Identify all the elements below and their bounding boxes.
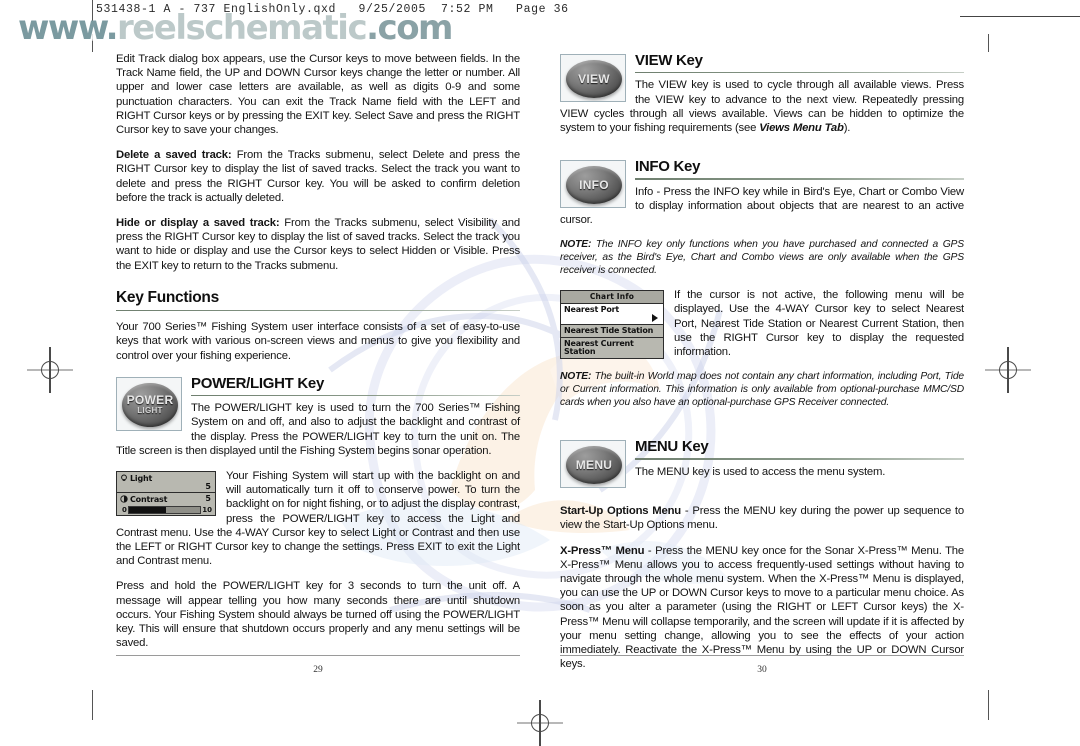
- view-button-graphic: VIEW: [566, 60, 622, 98]
- heading-view-key: VIEW Key: [635, 52, 703, 69]
- rule-menu-key: [635, 458, 964, 460]
- logo-www: www: [18, 8, 107, 48]
- page-number-right: 30: [757, 665, 767, 675]
- light-menu-label: Light: [130, 474, 153, 484]
- paragraph-key-functions-intro: Your 700 Series™ Fishing System user int…: [116, 321, 520, 362]
- power-light-key-block: POWER LIGHT POWER/LIGHT Key The POWER/LI…: [116, 375, 520, 469]
- registration-mark-bottom: [517, 700, 563, 746]
- note-chart-lead: NOTE:: [560, 371, 592, 383]
- power-light-button-graphic: POWER LIGHT: [122, 382, 178, 427]
- power-light-icon-label: POWER: [126, 392, 174, 407]
- contrast-slider-max: 10: [202, 505, 212, 514]
- logo-tld: .com: [366, 8, 453, 48]
- trim-line-right-bottom: [988, 690, 989, 720]
- chart-info-device-menu: Chart Info Nearest Port Nearest Tide Sta…: [560, 290, 664, 359]
- footer-rule-left: [116, 655, 520, 656]
- chart-info-item-nearest-tide-station[interactable]: Nearest Tide Station: [561, 324, 663, 338]
- note-info-lead: NOTE:: [560, 239, 592, 251]
- view-key-icon: VIEW: [560, 54, 626, 102]
- trim-line-left-bottom: [92, 690, 93, 720]
- chart-info-item-label: Nearest Current Station: [564, 338, 634, 356]
- right-page-footer: 30: [560, 655, 964, 675]
- hide-track-lead: Hide or display a saved track:: [116, 217, 280, 230]
- rule-power-light-key: [191, 394, 520, 397]
- heading-power-light-key: POWER/LIGHT Key: [191, 374, 325, 392]
- chart-info-item-label: Nearest Tide Station: [564, 325, 654, 335]
- contrast-slider-min: 0: [122, 505, 127, 514]
- note-info-key: NOTE: The INFO key only functions when y…: [560, 238, 964, 277]
- delete-track-lead: Delete a saved track:: [116, 149, 232, 162]
- light-contrast-section: Light 5 Contrast 5 0 10 Your Fishing Sys…: [116, 469, 520, 579]
- left-page-column: Edit Track dialog box appears, use the C…: [116, 52, 520, 661]
- power-light-icon-sublabel: LIGHT: [137, 405, 163, 415]
- registration-mark-right: [985, 347, 1031, 393]
- chevron-right-icon: [652, 313, 658, 322]
- contrast-menu-label: Contrast: [130, 495, 168, 505]
- registration-mark-left: [27, 347, 73, 393]
- info-button-graphic: INFO: [566, 166, 622, 205]
- info-key-block: INFO INFO Key Info - Press the INFO key …: [560, 158, 964, 238]
- light-contrast-device-menu: Light 5 Contrast 5 0 10: [116, 471, 216, 517]
- note-chart-info: NOTE: The built-in World map does not co…: [560, 370, 964, 409]
- view-body-italic: Views Menu Tab: [759, 122, 844, 134]
- trim-line-right-top: [988, 34, 989, 52]
- heading-menu-key: MENU Key: [635, 438, 709, 456]
- section-rule-key-functions: [116, 309, 520, 312]
- info-icon-label: INFO: [579, 178, 609, 193]
- menu-icon-label: MENU: [575, 458, 613, 473]
- view-body-part2: ).: [843, 122, 851, 134]
- paragraph-delete-track: Delete a saved track: From the Tracks su…: [116, 148, 520, 205]
- info-key-icon: INFO: [560, 160, 626, 209]
- paragraph-edit-track: Edit Track dialog box appears, use the C…: [116, 53, 520, 137]
- logo-dot: .: [105, 8, 119, 48]
- paragraph-startup-options: Start-Up Options Menu - Press the MENU k…: [560, 504, 964, 532]
- xpress-menu-lead: X-Press™ Menu: [560, 544, 645, 557]
- light-menu-value: 5: [205, 482, 211, 492]
- paragraph-shutdown-body: Press and hold the POWER/LIGHT key for 3…: [116, 580, 520, 650]
- contrast-menu-row[interactable]: Contrast 5 0 10: [117, 493, 215, 516]
- logo-name: reelschematic: [116, 8, 368, 48]
- scan-header-rule-right: [960, 16, 1080, 17]
- menu-key-icon: MENU: [560, 440, 626, 489]
- rule-view-key: [635, 72, 964, 74]
- contrast-slider-track[interactable]: [127, 506, 202, 515]
- chart-info-menu-title: Chart Info: [561, 291, 663, 304]
- rule-info-key: [635, 178, 964, 180]
- paragraph-xpress-menu: X-Press™ Menu - Press the MENU key once …: [560, 544, 964, 672]
- page-number-left: 29: [313, 665, 323, 675]
- startup-options-lead: Start-Up Options Menu: [560, 505, 682, 518]
- note-info-text: The INFO key only functions when you hav…: [560, 239, 964, 277]
- contrast-menu-value: 5: [205, 494, 211, 504]
- footer-rule-right: [560, 655, 964, 656]
- xpress-menu-text: - Press the MENU key once for the Sonar …: [560, 544, 965, 671]
- light-menu-row[interactable]: Light 5: [117, 472, 215, 494]
- chart-info-item-nearest-current-station[interactable]: Nearest Current Station: [561, 337, 663, 358]
- view-icon-label: VIEW: [578, 72, 610, 86]
- chart-info-item-nearest-port[interactable]: Nearest Port: [561, 303, 663, 325]
- contrast-slider[interactable]: 0 10: [120, 505, 212, 515]
- menu-key-block: MENU MENU Key The MENU key is used to ac…: [560, 438, 964, 490]
- chart-info-item-label: Nearest Port: [564, 304, 619, 314]
- contrast-slider-fill: [128, 507, 166, 514]
- chart-info-section: Chart Info Nearest Port Nearest Tide Sta…: [560, 288, 964, 420]
- contrast-icon: [120, 495, 128, 503]
- paragraph-hide-track: Hide or display a saved track: From the …: [116, 216, 520, 273]
- menu-button-graphic: MENU: [566, 446, 622, 485]
- power-light-key-icon: POWER LIGHT: [116, 376, 182, 431]
- left-page-footer: 29: [116, 655, 520, 675]
- section-heading-key-functions: Key Functions: [116, 288, 219, 306]
- right-page-column: VIEW VIEW Key The VIEW key is used to cy…: [560, 52, 964, 682]
- light-bulb-icon: [120, 474, 128, 482]
- site-watermark-logo: www.reelschematic.com: [18, 8, 453, 48]
- note-chart-text: The built-in World map does not contain …: [560, 371, 964, 409]
- heading-info-key: INFO Key: [635, 158, 701, 176]
- view-key-block: VIEW VIEW Key The VIEW key is used to cy…: [560, 52, 964, 146]
